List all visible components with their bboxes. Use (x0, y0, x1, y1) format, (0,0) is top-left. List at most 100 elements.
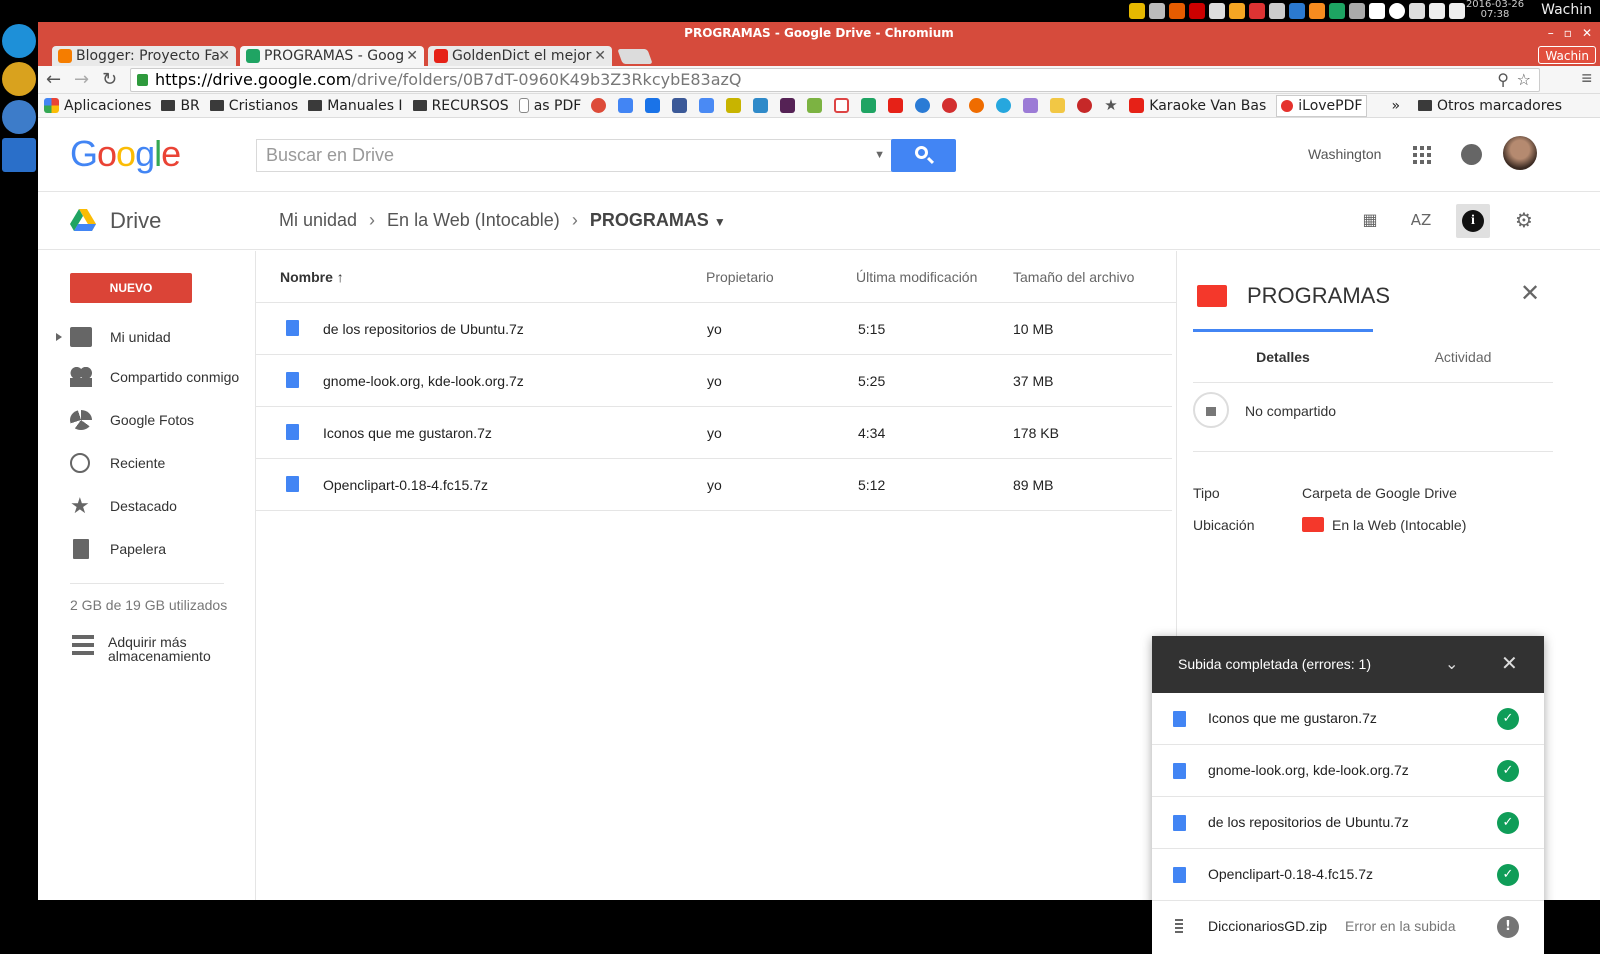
bookmark-site-icon[interactable] (942, 98, 958, 113)
tray-app-icon[interactable] (1129, 3, 1145, 19)
table-row[interactable]: Openclipart-0.18-4.fc15.7z yo 5:12 89 MB (256, 459, 1172, 511)
reload-icon[interactable]: ↻ (102, 70, 117, 90)
bookmark-site-icon[interactable] (780, 98, 796, 113)
tray-app-icon[interactable] (1149, 3, 1165, 19)
bookmarks-overflow[interactable]: » (1391, 94, 1400, 117)
error-icon[interactable]: ! (1497, 916, 1519, 938)
buy-storage-link[interactable]: Adquirir más almacenamiento (70, 635, 211, 663)
bookmark-site-icon[interactable] (996, 98, 1012, 113)
table-row[interactable]: de los repositorios de Ubuntu.7z yo 5:15… (256, 303, 1172, 355)
google-logo[interactable]: Google (70, 134, 181, 174)
apps-grid-icon[interactable] (1413, 146, 1431, 164)
back-icon[interactable]: ← (46, 70, 61, 90)
search-input[interactable]: Buscar en Drive ▼ (256, 139, 892, 172)
chromium-icon[interactable] (2, 100, 36, 134)
tab-drive[interactable]: PROGRAMAS - Goog ✕ (240, 46, 424, 66)
bookmark-site-icon[interactable] (726, 98, 742, 113)
bookmark-ilovepdf[interactable]: iLovePDF (1276, 94, 1368, 117)
android-icon[interactable] (807, 98, 823, 113)
tab-detalles[interactable]: Detalles (1193, 349, 1373, 365)
tray-app-icon[interactable] (1309, 3, 1325, 19)
expand-caret-icon[interactable] (56, 333, 62, 341)
tab-goldendict[interactable]: GoldenDict el mejor ✕ (428, 46, 612, 66)
maximize-button[interactable]: ▫ (1564, 22, 1572, 44)
grid-view-icon[interactable]: ▦ (1356, 206, 1384, 234)
breadcrumb-current-folder[interactable]: PROGRAMAS ▼ (590, 210, 726, 231)
bookmark-other[interactable]: Otros marcadores (1418, 94, 1562, 117)
address-bar[interactable]: https://drive.google.com/drive/folders/0… (130, 68, 1540, 92)
close-tab-icon[interactable]: ✕ (406, 46, 418, 66)
tray-app-icon[interactable] (1329, 3, 1345, 19)
bookmark-site-icon[interactable] (591, 98, 607, 113)
window-titlebar[interactable]: PROGRAMAS - Google Drive - Chromium – ▫ … (38, 22, 1600, 44)
table-row[interactable]: gnome-look.org, kde-look.org.7z yo 5:25 … (256, 355, 1172, 407)
tray-app-icon[interactable] (1189, 3, 1205, 19)
tray-app-icon[interactable] (1209, 3, 1225, 19)
list-item[interactable]: de los repositorios de Ubuntu.7z ✓ (1152, 797, 1544, 849)
launcher-app-icon[interactable] (2, 24, 36, 58)
network-icon[interactable] (1409, 3, 1425, 19)
minimize-button[interactable]: – (1548, 22, 1554, 44)
bookmark-star-icon[interactable]: ☆ (1517, 69, 1531, 91)
close-tab-icon[interactable]: ✕ (218, 46, 230, 66)
bookmark-site-icon[interactable] (915, 98, 931, 113)
tray-app-icon[interactable] (1269, 3, 1285, 19)
close-upload-icon[interactable]: ✕ (1501, 636, 1518, 693)
sidebar-item-papelera[interactable]: Papelera (38, 529, 256, 569)
list-item[interactable]: gnome-look.org, kde-look.org.7z ✓ (1152, 745, 1544, 797)
sidebar-item-mi-unidad[interactable]: Mi unidad (38, 317, 256, 357)
list-item[interactable]: DiccionariosGD.zip Error en la subida ! (1152, 901, 1544, 953)
list-item[interactable]: Openclipart-0.18-4.fc15.7z ✓ (1152, 849, 1544, 901)
clock[interactable]: 2016-03-26 07:38 (1465, 0, 1525, 20)
mail-client-icon[interactable] (2, 138, 36, 172)
clock-icon[interactable] (1389, 3, 1405, 19)
translate-icon[interactable] (699, 98, 715, 113)
mail-icon[interactable] (1429, 3, 1445, 19)
tray-app-icon[interactable] (1349, 3, 1365, 19)
tab-actividad[interactable]: Actividad (1373, 349, 1553, 365)
bookmark-as-pdf[interactable]: as PDF (518, 94, 581, 117)
sidebar-item-compartido[interactable]: Compartido conmigo (38, 357, 256, 397)
avatar[interactable] (1503, 136, 1537, 170)
gmail-icon[interactable] (834, 98, 850, 113)
column-modified-header[interactable]: Última modificación (856, 269, 977, 285)
bookmark-folder-cristianos[interactable]: Cristianos (209, 94, 298, 117)
volume-icon[interactable] (1449, 3, 1465, 19)
bookmark-site-icon[interactable] (618, 98, 634, 113)
tray-app-icon[interactable] (1229, 3, 1245, 19)
dropbox-icon[interactable] (1369, 3, 1385, 19)
tray-app-icon[interactable] (1289, 3, 1305, 19)
bookmark-karaoke[interactable]: Karaoke Van Bas (1129, 94, 1266, 117)
tab-blogger[interactable]: Blogger: Proyecto Fa ✕ (52, 46, 236, 66)
close-details-icon[interactable]: ✕ (1520, 279, 1540, 307)
collapse-chevron-down-icon[interactable]: ⌄ (1445, 636, 1458, 693)
list-item[interactable]: Iconos que me gustaron.7z ✓ (1152, 693, 1544, 745)
column-name-header[interactable]: Nombre ↑ (280, 269, 344, 285)
forward-icon[interactable]: → (74, 70, 89, 90)
bookmark-folder-br[interactable]: BR (161, 94, 200, 117)
bookmark-folder-manuales[interactable]: Manuales I (308, 94, 403, 117)
launcher-app-icon[interactable] (2, 62, 36, 96)
location-value[interactable]: En la Web (Intocable) (1302, 517, 1466, 533)
zoom-icon[interactable]: ⚲ (1497, 69, 1509, 91)
notifications-bell-icon[interactable] (1461, 144, 1482, 165)
menu-icon[interactable]: ≡ (1581, 68, 1592, 89)
new-button[interactable]: NUEVO (70, 273, 192, 303)
settings-gear-icon[interactable]: ⚙ (1510, 206, 1538, 234)
close-window-button[interactable]: ✕ (1582, 22, 1592, 44)
ubuntu-icon[interactable] (969, 98, 985, 113)
session-user[interactable]: Wachin (1541, 2, 1592, 18)
search-button[interactable] (891, 139, 956, 172)
sidebar-item-reciente[interactable]: Reciente (38, 443, 256, 483)
facebook-icon[interactable] (672, 98, 688, 113)
column-owner-header[interactable]: Propietario (706, 269, 774, 285)
drive-icon[interactable] (861, 98, 877, 113)
sort-az-icon[interactable]: AZ (1407, 206, 1435, 234)
breadcrumb-mi-unidad[interactable]: Mi unidad (279, 210, 357, 231)
sidebar-item-google-fotos[interactable]: Google Fotos (38, 400, 256, 440)
bookmark-site-icon[interactable] (753, 98, 769, 113)
details-info-button[interactable]: i (1456, 204, 1490, 238)
bookmark-site-icon[interactable] (645, 98, 661, 113)
bookmark-site-icon[interactable] (1023, 98, 1039, 113)
drive-title[interactable]: Drive (110, 208, 161, 234)
